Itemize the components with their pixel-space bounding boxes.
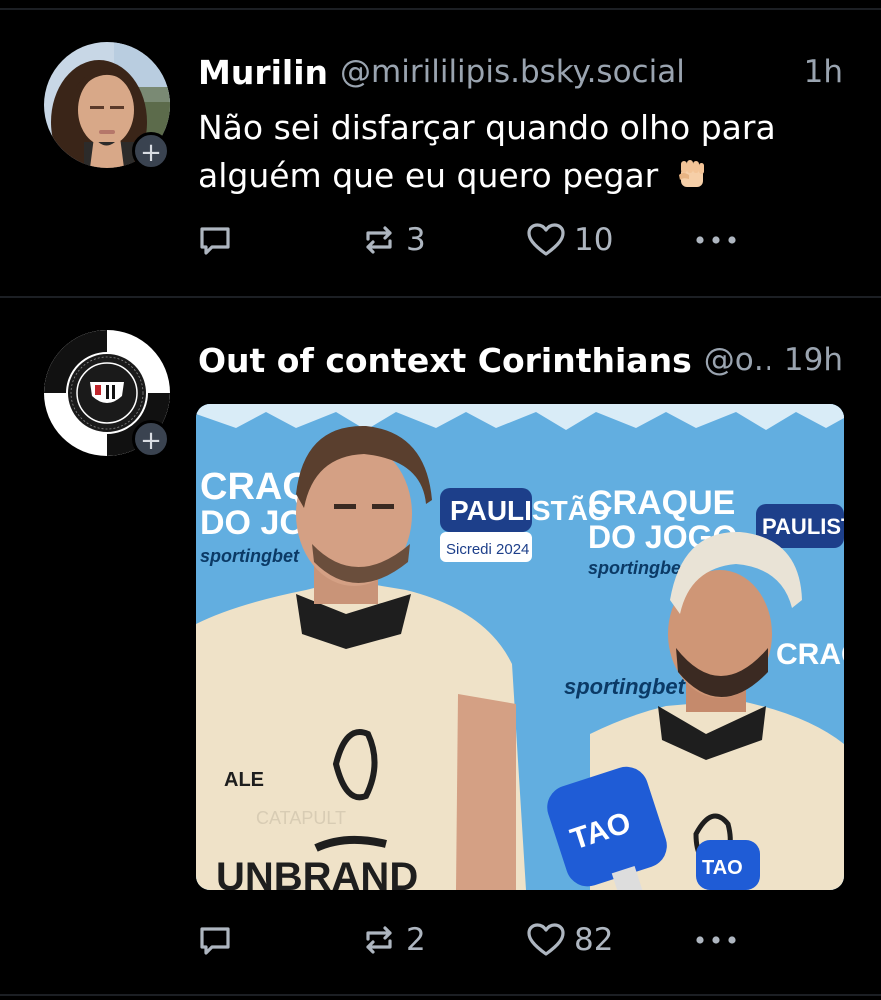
feed: + Murilin @mirililipis.bsky.social 1h Nã… xyxy=(0,0,881,1000)
repost-count: 2 xyxy=(406,922,426,958)
post-actions: 3 10 xyxy=(196,218,756,262)
backdrop-text: sportingbet xyxy=(200,546,300,566)
post-timestamp[interactable]: 19h xyxy=(784,342,843,378)
post-header: Out of context Corinthians @o… 19h xyxy=(198,338,843,382)
repost-count: 3 xyxy=(406,222,426,258)
backdrop-text: sportingbet xyxy=(564,674,687,699)
ellipsis-icon xyxy=(696,936,736,944)
like-button[interactable]: 10 xyxy=(526,218,613,262)
backdrop-text: sportingbet xyxy=(588,558,688,578)
reply-icon xyxy=(200,227,230,255)
interview-photo: CRAQUE DO JOGO sportingbet PAULISTÃO Sic… xyxy=(196,404,844,890)
post[interactable]: + Out of context Corinthians @o… 19h CRA… xyxy=(0,298,881,996)
heart-icon xyxy=(527,923,565,956)
backdrop-text: PAULISTÃO xyxy=(762,514,844,539)
more-options-button[interactable] xyxy=(694,918,738,962)
post-actions: 2 82 xyxy=(196,918,756,962)
author-display-name[interactable]: Out of context Corinthians xyxy=(198,341,692,380)
author-handle[interactable]: @o… xyxy=(704,342,770,378)
like-count: 82 xyxy=(574,922,614,958)
repost-button[interactable]: 2 xyxy=(360,918,426,962)
follow-button[interactable]: + xyxy=(132,420,170,458)
reply-button[interactable] xyxy=(196,218,242,262)
shirt-text: UNBRAND xyxy=(216,855,418,890)
repost-icon xyxy=(366,226,392,254)
heart-icon xyxy=(527,223,565,256)
backdrop-text: Sicredi 2024 xyxy=(446,541,529,558)
shirt-sponsor: ALE xyxy=(224,769,264,791)
post[interactable]: + Murilin @mirililipis.bsky.social 1h Nã… xyxy=(0,10,881,298)
author-display-name[interactable]: Murilin xyxy=(198,53,328,92)
follow-button[interactable]: + xyxy=(132,132,170,170)
like-count: 10 xyxy=(574,222,614,258)
repost-icon xyxy=(366,926,392,954)
post-image[interactable]: CRAQUE DO JOGO sportingbet PAULISTÃO Sic… xyxy=(196,404,844,890)
reply-icon xyxy=(200,927,230,955)
post-timestamp[interactable]: 1h xyxy=(804,54,843,90)
like-button[interactable]: 82 xyxy=(526,918,613,962)
reply-button[interactable] xyxy=(196,918,242,962)
backdrop-text: PAULISTÃO xyxy=(450,495,610,526)
post-text: Não sei disfarçar quando olho para algué… xyxy=(198,104,838,200)
more-options-button[interactable] xyxy=(694,218,738,262)
raised-fist-icon xyxy=(678,160,704,187)
repost-button[interactable]: 3 xyxy=(360,218,426,262)
author-handle[interactable]: @mirililipis.bsky.social xyxy=(340,54,790,90)
shirt-text: CATAPULT xyxy=(256,808,346,828)
backdrop-text: CRAQUE xyxy=(588,484,735,522)
post-header: Murilin @mirililipis.bsky.social 1h xyxy=(198,50,843,94)
backdrop-text: CRAQUE xyxy=(776,638,844,671)
mic-brand: TAO xyxy=(702,857,743,879)
ellipsis-icon xyxy=(696,236,736,244)
